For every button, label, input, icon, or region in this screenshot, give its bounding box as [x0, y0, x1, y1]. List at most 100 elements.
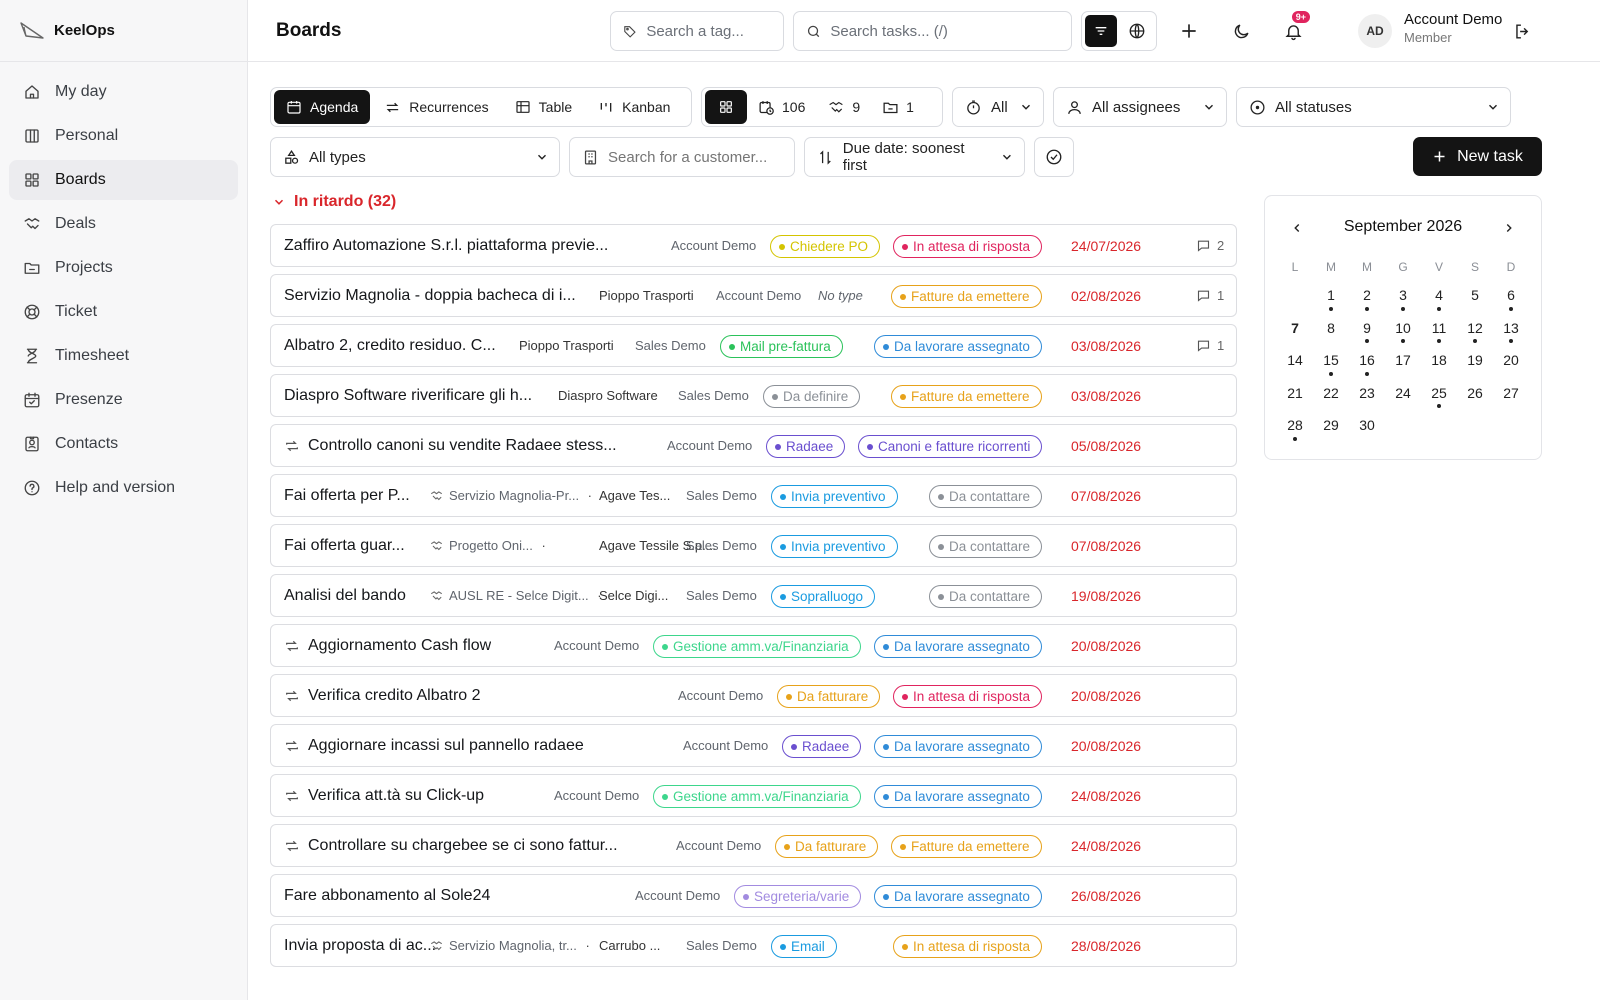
- task-status-badge[interactable]: Da lavorare assegnato: [874, 735, 1042, 758]
- task-tag-badge[interactable]: Sopralluogo: [771, 585, 876, 608]
- task-title[interactable]: Fare abbonamento al Sole24: [284, 875, 490, 916]
- task-row[interactable]: Fai offerta per P... Servizio Magnolia-Pr…: [270, 474, 1237, 517]
- task-row[interactable]: Servizio Magnolia - doppia bacheca di i.…: [270, 274, 1237, 317]
- task-status-badge[interactable]: Da lavorare assegnato: [874, 785, 1042, 808]
- filter-lines-button[interactable]: [1085, 15, 1117, 47]
- task-customer[interactable]: Selce Digi...: [599, 575, 668, 616]
- new-task-button[interactable]: New task: [1413, 137, 1542, 176]
- calendar-day[interactable]: 13: [1493, 313, 1529, 346]
- sidebar-item-personal[interactable]: Personal: [9, 116, 238, 156]
- sort-select[interactable]: Due date: soonest first: [804, 137, 1025, 177]
- calendar-day[interactable]: 19: [1457, 345, 1493, 378]
- task-customer[interactable]: Pioppo Trasporti: [519, 325, 614, 366]
- logout-button[interactable]: [1506, 15, 1538, 47]
- task-status-badge[interactable]: Da lavorare assegnato: [874, 635, 1042, 658]
- calendar-day[interactable]: 27: [1493, 378, 1529, 411]
- task-row[interactable]: Controllo canoni su vendite Radaee stess…: [270, 424, 1237, 467]
- sidebar-item-contacts[interactable]: Contacts: [9, 424, 238, 464]
- calendar-day[interactable]: 24: [1385, 378, 1421, 411]
- task-title[interactable]: Diaspro Software riverificare gli h...: [284, 375, 532, 416]
- calendar-day[interactable]: 20: [1493, 345, 1529, 378]
- brand[interactable]: KeelOps: [0, 0, 247, 62]
- task-tag-badge[interactable]: Invia preventivo: [771, 485, 898, 508]
- avatar[interactable]: AD: [1358, 14, 1392, 48]
- task-row[interactable]: Analisi del bando AUSL RE - Selce Digit..…: [270, 574, 1237, 617]
- calendar-day[interactable]: 3: [1385, 280, 1421, 313]
- task-tag-badge[interactable]: Da definire: [763, 385, 861, 408]
- theme-toggle-button[interactable]: [1225, 15, 1257, 47]
- task-customer[interactable]: Agave Tes...: [599, 475, 670, 516]
- types-filter-select[interactable]: All types: [270, 137, 560, 177]
- task-status-badge[interactable]: Fatture da emettere: [891, 835, 1042, 858]
- task-title[interactable]: Fai offerta per P...: [284, 475, 410, 516]
- task-title[interactable]: Invia proposta di ac...: [284, 925, 436, 966]
- task-row[interactable]: Verifica att.tà su Click-up Account Demo G…: [270, 774, 1237, 817]
- tab-recurrences[interactable]: Recurrences: [372, 90, 500, 124]
- task-project[interactable]: Servizio Magnolia, tr... ·: [429, 925, 593, 966]
- task-row[interactable]: Fai offerta guar... Progetto Oni... · Aga…: [270, 524, 1237, 567]
- calendar-day[interactable]: 30: [1349, 410, 1385, 443]
- add-button[interactable]: [1173, 15, 1205, 47]
- calendar-day[interactable]: 7: [1277, 313, 1313, 346]
- overdue-section-toggle[interactable]: In ritardo (32): [272, 193, 396, 211]
- task-status-badge[interactable]: Da contattare: [929, 585, 1043, 608]
- calendar-day[interactable]: 23: [1349, 378, 1385, 411]
- task-title[interactable]: Controllo canoni su vendite Radaee stess…: [284, 425, 617, 466]
- assignees-filter-select[interactable]: All assignees: [1053, 87, 1227, 127]
- task-tag-badge[interactable]: Radaee: [782, 735, 862, 758]
- calendar-day[interactable]: 16: [1349, 345, 1385, 378]
- calendar-day[interactable]: 15: [1313, 345, 1349, 378]
- calendar-day[interactable]: 17: [1385, 345, 1421, 378]
- task-tag-badge[interactable]: Email: [771, 935, 837, 958]
- task-tag-badge[interactable]: Mail pre-fattura: [720, 335, 843, 358]
- task-title[interactable]: Albatro 2, credito residuo. C...: [284, 325, 496, 366]
- calendar-day[interactable]: 4: [1421, 280, 1457, 313]
- notifications-button[interactable]: 9+: [1277, 9, 1312, 47]
- task-title[interactable]: Controllare su chargebee se ci sono fatt…: [284, 825, 618, 866]
- task-row[interactable]: Controllare su chargebee se ci sono fatt…: [270, 824, 1237, 867]
- task-status-badge[interactable]: Da lavorare assegnato: [874, 335, 1042, 358]
- grid-view-button[interactable]: [705, 90, 747, 124]
- task-customer[interactable]: Carrubo ...: [599, 925, 660, 966]
- task-customer[interactable]: Diaspro Software: [558, 375, 658, 416]
- task-tag-badge[interactable]: Da fatturare: [777, 685, 881, 708]
- calendar-day[interactable]: 11: [1421, 313, 1457, 346]
- calendar-day[interactable]: 21: [1277, 378, 1313, 411]
- task-status-badge[interactable]: Fatture da emettere: [891, 385, 1042, 408]
- sidebar-item-presenze[interactable]: Presenze: [9, 380, 238, 420]
- task-tag-badge[interactable]: Da fatturare: [775, 835, 879, 858]
- task-row[interactable]: Aggiornamento Cash flow Account Demo Gesti…: [270, 624, 1237, 667]
- task-title[interactable]: Verifica att.tà su Click-up: [284, 775, 484, 816]
- task-search-box[interactable]: [793, 11, 1072, 51]
- calendar-day[interactable]: 29: [1313, 410, 1349, 443]
- task-row[interactable]: Zaffiro Automazione S.r.l. piattaforma p…: [270, 224, 1237, 267]
- task-row[interactable]: Aggiornare incassi sul pannello radaee Ac…: [270, 724, 1237, 767]
- tab-agenda[interactable]: Agenda: [274, 90, 371, 124]
- tasks-count[interactable]: 106: [747, 90, 816, 124]
- task-title[interactable]: Fai offerta guar...: [284, 525, 405, 566]
- task-row[interactable]: Verifica credito Albatro 2 Account Demo Da…: [270, 674, 1237, 717]
- tab-table[interactable]: Table: [503, 90, 584, 124]
- task-status-badge[interactable]: In attesa di risposta: [893, 935, 1043, 958]
- task-status-badge[interactable]: Da lavorare assegnato: [874, 885, 1042, 908]
- task-row[interactable]: Diaspro Software riverificare gli h... Di…: [270, 374, 1237, 417]
- task-status-badge[interactable]: Da contattare: [929, 535, 1043, 558]
- task-status-badge[interactable]: Fatture da emettere: [891, 285, 1042, 308]
- task-title[interactable]: Servizio Magnolia - doppia bacheca di i.…: [284, 275, 576, 316]
- sidebar-item-help-and-version[interactable]: Help and version: [9, 468, 238, 508]
- task-row[interactable]: Fare abbonamento al Sole24 Account Demo Se…: [270, 874, 1237, 917]
- task-comments[interactable]: 1: [1196, 275, 1224, 316]
- calendar-day[interactable]: 18: [1421, 345, 1457, 378]
- task-tag-badge[interactable]: Segreteria/varie: [734, 885, 862, 908]
- customer-search-input[interactable]: [608, 148, 778, 166]
- task-status-badge[interactable]: In attesa di risposta: [893, 685, 1043, 708]
- user-info[interactable]: Account Demo Member: [1404, 11, 1502, 45]
- customer-search-box[interactable]: [569, 137, 795, 177]
- task-title[interactable]: Verifica credito Albatro 2: [284, 675, 481, 716]
- projects-count[interactable]: 9: [816, 90, 871, 124]
- task-status-badge[interactable]: In attesa di risposta: [893, 235, 1043, 258]
- tag-search-input[interactable]: [646, 22, 771, 40]
- task-tag-badge[interactable]: Gestione amm.va/Finanziaria: [653, 785, 861, 808]
- folders-count[interactable]: 1: [871, 90, 925, 124]
- sidebar-item-my-day[interactable]: My day: [9, 72, 238, 112]
